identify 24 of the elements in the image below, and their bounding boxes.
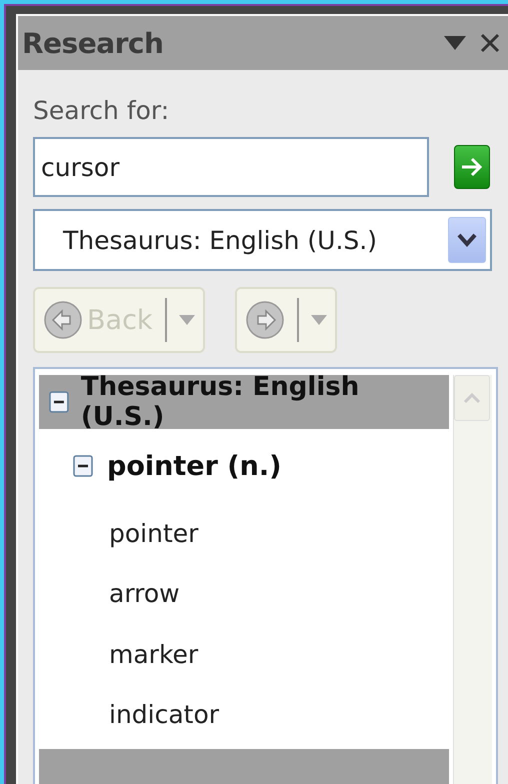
close-button[interactable] bbox=[480, 33, 500, 53]
dropdown-value: Thesaurus: English (U.S.) bbox=[63, 226, 378, 254]
arrow-icon bbox=[460, 156, 484, 178]
search-label: Search for: bbox=[33, 96, 170, 125]
dropdown-arrow-button[interactable] bbox=[448, 217, 486, 263]
meaning-header[interactable]: pointer (n.) bbox=[39, 429, 449, 504]
close-icon bbox=[480, 33, 500, 53]
search-field[interactable]: cursor bbox=[33, 137, 429, 197]
synonym-link[interactable]: arrow bbox=[109, 581, 180, 606]
source-dropdown[interactable]: Thesaurus: English (U.S.) bbox=[33, 209, 492, 271]
collapse-icon[interactable] bbox=[49, 391, 69, 413]
chevron-up-icon bbox=[463, 392, 481, 404]
chevron-down-icon bbox=[457, 233, 477, 247]
panel-title: Research bbox=[22, 26, 164, 60]
go-button[interactable] bbox=[454, 145, 490, 189]
caret-icon bbox=[178, 315, 195, 325]
section-header[interactable]: Thesaurus: English (U.S.) bbox=[39, 375, 449, 429]
caret-icon bbox=[444, 36, 466, 50]
synonym-link[interactable]: marker bbox=[109, 642, 198, 667]
synonym-link[interactable]: pointer bbox=[109, 521, 198, 546]
synonym-link[interactable]: indicator bbox=[109, 702, 220, 728]
caret-icon bbox=[310, 315, 327, 325]
collapse-icon[interactable] bbox=[73, 455, 93, 478]
dropdown-button[interactable] bbox=[444, 36, 466, 50]
